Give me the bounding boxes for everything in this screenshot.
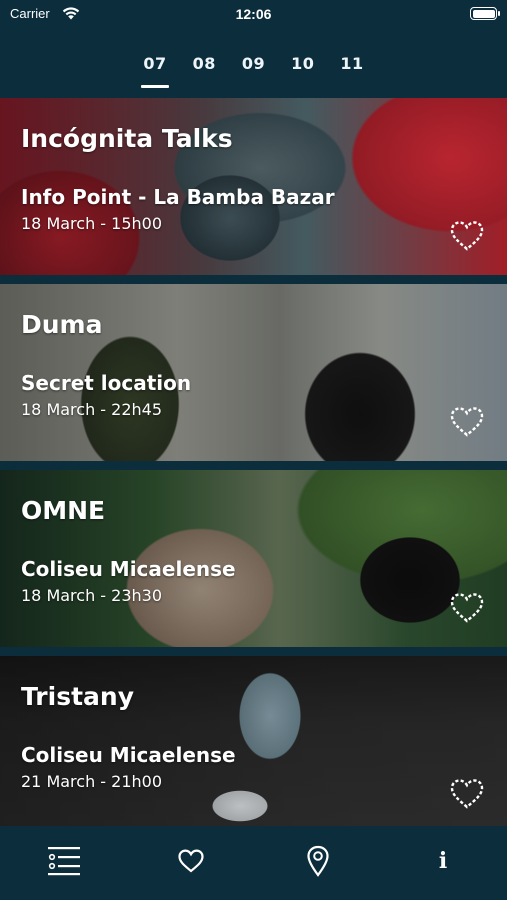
status-bar: Carrier 12:06 [0, 0, 507, 28]
event-venue: Info Point - La Bamba Bazar [21, 185, 335, 209]
date-tab-08[interactable]: 08 [191, 48, 218, 88]
date-tab-09[interactable]: 09 [240, 48, 267, 88]
heart-icon [178, 849, 204, 873]
date-tab-10[interactable]: 10 [289, 48, 316, 88]
favorite-heart-icon[interactable] [449, 406, 485, 438]
date-tab-11[interactable]: 11 [338, 48, 365, 88]
battery-icon [470, 7, 497, 20]
event-list[interactable]: Incógnita Talks Info Point - La Bamba Ba… [0, 98, 507, 826]
event-date: 18 March - 15h00 [21, 214, 163, 233]
tab-info[interactable]: i [432, 844, 454, 878]
date-tab-07[interactable]: 07 [141, 48, 169, 88]
favorite-heart-icon[interactable] [449, 220, 485, 252]
event-title: Duma [21, 310, 103, 339]
event-date: 18 March - 22h45 [21, 400, 163, 419]
event-card[interactable]: Incógnita Talks Info Point - La Bamba Ba… [0, 98, 507, 280]
bottom-tab-bar: i [0, 826, 507, 900]
favorite-heart-icon[interactable] [449, 592, 485, 624]
tab-event-list[interactable] [44, 844, 84, 878]
event-card[interactable]: OMNE Coliseu Micaelense 18 March - 23h30 [0, 470, 507, 652]
tab-map[interactable] [302, 844, 334, 878]
event-title: OMNE [21, 496, 106, 525]
event-card[interactable]: Tristany Coliseu Micaelense 21 March - 2… [0, 656, 507, 826]
tab-favorites[interactable] [174, 844, 208, 878]
event-title: Incógnita Talks [21, 124, 233, 153]
favorite-heart-icon[interactable] [449, 778, 485, 810]
list-icon [48, 847, 80, 876]
event-title: Tristany [21, 682, 135, 711]
map-pin-icon [307, 845, 329, 877]
event-date: 18 March - 23h30 [21, 586, 163, 605]
info-icon: i [438, 848, 448, 874]
battery-tip [498, 11, 500, 16]
event-venue: Secret location [21, 371, 192, 395]
event-card[interactable]: Duma Secret location 18 March - 22h45 [0, 284, 507, 466]
event-date: 21 March - 21h00 [21, 772, 163, 791]
clock-time: 12:06 [235, 6, 272, 22]
event-venue: Coliseu Micaelense [21, 743, 236, 767]
date-tabs: 07 08 09 10 11 [0, 48, 507, 88]
event-venue: Coliseu Micaelense [21, 557, 236, 581]
